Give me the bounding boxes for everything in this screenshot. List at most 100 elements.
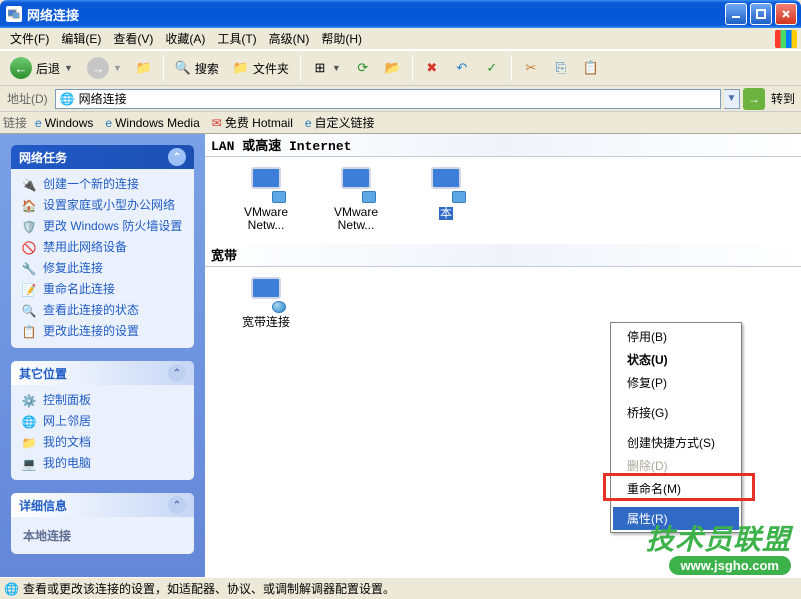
firewall-icon: 🛡️	[21, 219, 37, 235]
ctx-rename[interactable]: 重命名(M)	[613, 477, 739, 500]
menu-favorites[interactable]: 收藏(A)	[159, 28, 211, 49]
task-settings[interactable]: 📋更改此连接的设置	[21, 324, 184, 340]
details-header[interactable]: 详细信息 ⌃	[11, 493, 194, 517]
menu-help[interactable]: 帮助(H)	[315, 28, 368, 49]
address-icon: 🌐	[60, 92, 75, 106]
cpanel-icon: ⚙️	[21, 393, 37, 409]
view-button[interactable]: ⊞▼	[306, 54, 347, 82]
network-tasks-header[interactable]: 网络任务 ⌃	[11, 145, 194, 169]
folder-opt-icon: 📂	[385, 60, 401, 76]
link-windows[interactable]: eWindows	[31, 116, 97, 130]
ie-icon: e	[305, 116, 312, 130]
paste-button[interactable]: 📋	[577, 54, 605, 82]
copy-icon: ⎘	[553, 60, 569, 76]
menu-tools[interactable]: 工具(T)	[211, 28, 262, 49]
link-custom[interactable]: e自定义链接	[301, 114, 379, 131]
context-menu: 停用(B) 状态(U) 修复(P) 桥接(G) 创建快捷方式(S) 删除(D) …	[610, 322, 742, 533]
window-titlebar: 网络连接	[0, 0, 801, 28]
properties-button[interactable]: ✓	[478, 54, 506, 82]
link-windows-media[interactable]: eWindows Media	[101, 116, 203, 130]
menu-advanced[interactable]: 高级(N)	[263, 28, 316, 49]
link-hotmail[interactable]: ✉免费 Hotmail	[208, 114, 297, 131]
network-tasks-box: 网络任务 ⌃ 🔌创建一个新的连接 🏠设置家庭或小型办公网络 🛡️ 更改 Windo…	[11, 145, 194, 348]
delete-button[interactable]: ✖	[418, 54, 446, 82]
hotmail-icon: ✉	[212, 116, 222, 130]
ctx-disable[interactable]: 停用(B)	[613, 325, 739, 348]
copy-button[interactable]: ⎘	[547, 54, 575, 82]
task-label: 创建一个新的连接	[43, 177, 139, 192]
side-panel: 网络任务 ⌃ 🔌创建一个新的连接 🏠设置家庭或小型办公网络 🛡️ 更改 Windo…	[0, 134, 205, 577]
toolbar-separator	[412, 55, 413, 81]
close-button[interactable]	[775, 3, 797, 25]
connection-icon	[336, 167, 376, 203]
task-repair[interactable]: 🔧修复此连接	[21, 261, 184, 277]
links-label: 链接	[3, 114, 27, 131]
task-firewall[interactable]: 🛡️ 更改 Windows 防火墙设置	[21, 219, 184, 235]
address-dropdown-button[interactable]: ▼	[724, 89, 740, 109]
network-icon: 🌐	[21, 414, 37, 430]
place-my-documents[interactable]: 📁 我的文档	[21, 435, 184, 451]
collapse-icon[interactable]: ⌃	[168, 364, 186, 382]
undo-button[interactable]: ↶	[448, 54, 476, 82]
place-network[interactable]: 🌐网上邻居	[21, 414, 184, 430]
go-button[interactable]: →	[743, 88, 765, 110]
address-label: 地址(D)	[3, 90, 52, 107]
toolbar-separator	[300, 55, 301, 81]
ctx-bridge[interactable]: 桥接(G)	[613, 401, 739, 424]
content-area[interactable]: LAN 或高速 Internet VMware Netw... VMware N…	[205, 134, 801, 577]
task-status[interactable]: 🔍查看此连接的状态	[21, 303, 184, 319]
up-button[interactable]: 📁	[130, 54, 158, 82]
folder-opt-button[interactable]: 📂	[379, 54, 407, 82]
ctx-separator	[615, 503, 737, 504]
place-label: 我的文档	[43, 435, 91, 450]
toolbar-separator	[163, 55, 164, 81]
ctx-properties[interactable]: 属性(R)	[613, 507, 739, 530]
other-places-header[interactable]: 其它位置 ⌃	[11, 361, 194, 385]
ctx-status[interactable]: 状态(U)	[613, 348, 739, 371]
connection-label: 宽带连接	[231, 316, 301, 329]
documents-icon: 📁	[21, 435, 37, 451]
menu-file[interactable]: 文件(F)	[4, 28, 55, 49]
properties-icon: ✓	[484, 60, 500, 76]
connection-local[interactable]: 本	[411, 167, 481, 232]
place-label: 控制面板	[43, 393, 91, 408]
task-label: 更改 Windows 防火墙设置	[43, 219, 182, 234]
collapse-icon[interactable]: ⌃	[168, 148, 186, 166]
minimize-button[interactable]	[725, 3, 747, 25]
sync-button[interactable]: ⟳	[349, 54, 377, 82]
cut-button[interactable]: ✂	[517, 54, 545, 82]
place-my-computer[interactable]: 💻我的电脑	[21, 456, 184, 472]
folders-button[interactable]: 📁 文件夹	[227, 54, 295, 82]
task-disable[interactable]: 🚫禁用此网络设备	[21, 240, 184, 256]
search-button[interactable]: 🔍 搜索	[169, 54, 225, 82]
links-bar: 链接 eWindows eWindows Media ✉免费 Hotmail e…	[0, 112, 801, 134]
collapse-icon[interactable]: ⌃	[168, 496, 186, 514]
task-label: 更改此连接的设置	[43, 324, 139, 339]
task-create-connection[interactable]: 🔌创建一个新的连接	[21, 177, 184, 193]
task-setup-network[interactable]: 🏠设置家庭或小型办公网络	[21, 198, 184, 214]
toolbar: ← 后退 ▼ → ▼ 📁 🔍 搜索 📁 文件夹 ⊞▼ ⟳ 📂 ✖ ↶ ✓ ✂ ⎘…	[0, 50, 801, 86]
maximize-button[interactable]	[750, 3, 772, 25]
other-places-box: 其它位置 ⌃ ⚙️ 控制面板 🌐网上邻居 📁 我的文档 💻我的电脑	[11, 361, 194, 480]
ctx-repair[interactable]: 修复(P)	[613, 371, 739, 394]
details-box: 详细信息 ⌃ 本地连接	[11, 493, 194, 554]
menubar: 文件(F) 编辑(E) 查看(V) 收藏(A) 工具(T) 高级(N) 帮助(H…	[0, 28, 801, 50]
connection-broadband[interactable]: 宽带连接	[231, 277, 301, 329]
task-label: 查看此连接的状态	[43, 303, 139, 318]
section-lan-header: LAN 或高速 Internet	[205, 134, 801, 157]
forward-button[interactable]: → ▼	[81, 54, 128, 82]
rename-icon: 📝	[21, 282, 37, 298]
link-label: 免费 Hotmail	[225, 114, 293, 131]
place-control-panel[interactable]: ⚙️ 控制面板	[21, 393, 184, 409]
task-rename[interactable]: 📝重命名此连接	[21, 282, 184, 298]
network-tasks-title: 网络任务	[19, 149, 67, 166]
windows-flag-icon	[775, 30, 797, 48]
connection-vmware2[interactable]: VMware Netw...	[321, 167, 391, 232]
back-button[interactable]: ← 后退 ▼	[4, 54, 79, 82]
menu-view[interactable]: 查看(V)	[107, 28, 159, 49]
address-input[interactable]: 🌐 网络连接	[55, 89, 721, 109]
menu-edit[interactable]: 编辑(E)	[55, 28, 107, 49]
ctx-shortcut[interactable]: 创建快捷方式(S)	[613, 431, 739, 454]
section-broadband-header: 宽带	[205, 244, 801, 267]
connection-vmware1[interactable]: VMware Netw...	[231, 167, 301, 232]
